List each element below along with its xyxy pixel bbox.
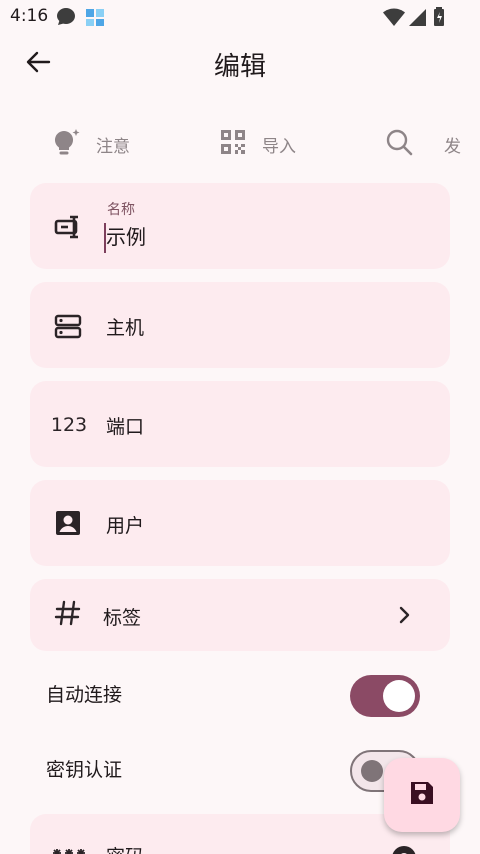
dns-server-icon xyxy=(52,310,84,342)
save-icon xyxy=(408,779,436,811)
cellular-signal-icon xyxy=(408,6,428,32)
search-icon xyxy=(384,127,414,161)
account-box-icon xyxy=(52,507,84,539)
switch-knob xyxy=(383,680,415,712)
visibility-icon[interactable] xyxy=(390,844,418,854)
lightbulb-sparkle-icon xyxy=(50,126,82,162)
port-field-label: 端口 xyxy=(106,416,145,438)
chevron-right-icon xyxy=(392,603,416,631)
chip-import[interactable]: 导入 xyxy=(218,120,296,168)
app-bar: 编辑 xyxy=(0,32,480,96)
name-field[interactable]: 名称 示例 xyxy=(30,183,450,269)
key-auth-label: 密钥认证 xyxy=(46,759,123,781)
name-field-value[interactable]: 示例 xyxy=(106,221,146,250)
numeric-123-icon: 123 xyxy=(50,414,88,436)
message-notification-icon xyxy=(55,6,77,32)
page-title: 编辑 xyxy=(213,52,266,82)
chip-notice[interactable]: 注意 xyxy=(50,120,130,168)
host-field[interactable]: 主机 xyxy=(30,282,450,368)
host-field-label: 主机 xyxy=(106,317,145,339)
auto-connect-row[interactable]: 自动连接 xyxy=(0,667,480,723)
chip-label: 发 xyxy=(444,136,461,157)
user-field[interactable]: 用户 xyxy=(30,480,450,566)
hashtag-icon xyxy=(52,597,84,629)
user-field-label: 用户 xyxy=(106,515,145,537)
label-edit-icon xyxy=(52,211,84,243)
tags-field-label: 标签 xyxy=(103,607,142,629)
tags-field[interactable]: 标签 xyxy=(30,579,450,651)
port-field[interactable]: 123 端口 xyxy=(30,381,450,467)
status-bar: 4:16 xyxy=(0,0,480,32)
qr-code-icon xyxy=(218,127,248,161)
password-field-label: 密码 xyxy=(106,842,144,854)
action-chip-row: 注意 导入 发 xyxy=(0,120,480,168)
auto-connect-switch[interactable] xyxy=(350,675,420,717)
name-field-caption: 名称 xyxy=(107,202,135,218)
battery-icon xyxy=(432,6,446,32)
chip-label: 注意 xyxy=(96,136,130,157)
app-notification-icon xyxy=(84,6,106,32)
chip-label: 导入 xyxy=(262,136,296,157)
auto-connect-label: 自动连接 xyxy=(46,684,123,706)
save-fab-button[interactable] xyxy=(384,758,460,832)
switch-knob xyxy=(361,760,383,782)
chip-discover[interactable]: 发 xyxy=(384,120,461,168)
status-time: 4:16 xyxy=(10,6,49,26)
password-asterisk-icon xyxy=(52,844,86,854)
wifi-icon xyxy=(382,6,406,32)
